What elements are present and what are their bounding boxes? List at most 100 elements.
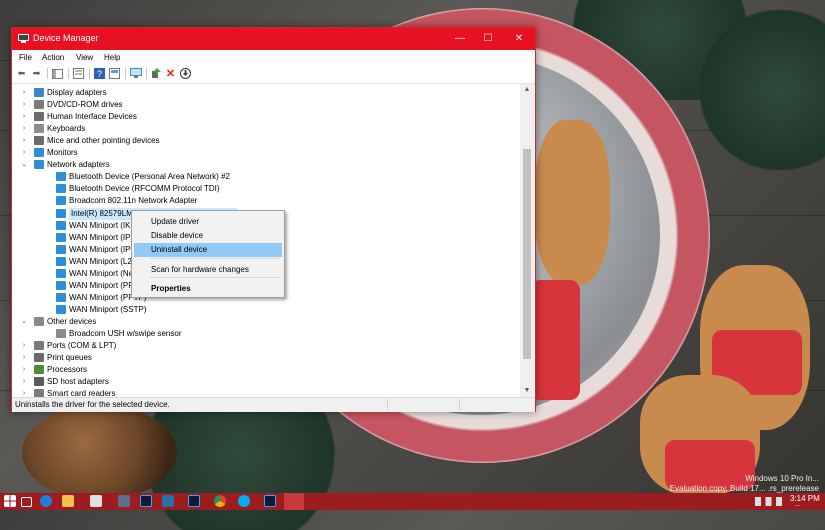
context-menu-item-label: Scan for hardware changes bbox=[151, 265, 249, 274]
toolbar: ⬅ ➡ ? ✕ bbox=[12, 65, 535, 84]
tree-device[interactable]: Bluetooth Device (Personal Area Network)… bbox=[54, 171, 492, 183]
sd-adapter-icon bbox=[34, 377, 44, 387]
app-icon[interactable] bbox=[162, 495, 174, 507]
close-button[interactable]: ✕ bbox=[504, 30, 534, 48]
menu-view[interactable]: View bbox=[76, 53, 93, 62]
scan-hardware-icon[interactable] bbox=[129, 67, 142, 80]
expand-arrow-icon[interactable]: › bbox=[20, 147, 28, 159]
edge-icon[interactable] bbox=[40, 495, 52, 507]
tree-item-label: Print queues bbox=[47, 353, 92, 363]
title-bar[interactable]: Device Manager — ☐ ✕ bbox=[12, 28, 535, 50]
scrollbar-thumb[interactable] bbox=[523, 149, 531, 359]
tree-device[interactable]: Broadcom 802.11n Network Adapter bbox=[54, 195, 492, 207]
skype-icon[interactable] bbox=[238, 495, 250, 507]
photoshop-icon[interactable] bbox=[264, 495, 276, 507]
expand-arrow-icon[interactable]: › bbox=[20, 99, 28, 111]
collapse-arrow-icon[interactable]: ⌄ bbox=[20, 316, 28, 328]
minimize-button[interactable]: — bbox=[445, 30, 475, 48]
tree-category[interactable]: › DVD/CD-ROM drives bbox=[23, 99, 492, 111]
expand-arrow-icon[interactable]: › bbox=[20, 352, 28, 364]
enable-device-icon[interactable] bbox=[179, 67, 192, 80]
network-card-icon bbox=[56, 172, 66, 182]
tree-device[interactable]: Bluetooth Device (RFCOMM Protocol TDI) bbox=[54, 183, 492, 195]
help-icon[interactable]: ? bbox=[93, 67, 106, 80]
tree-item-label: Human Interface Devices bbox=[47, 112, 137, 122]
gingerbread-cookie bbox=[535, 120, 610, 285]
network-card-icon bbox=[56, 280, 66, 290]
toolbar-separator bbox=[68, 68, 69, 79]
context-menu-item[interactable]: Uninstall device bbox=[134, 243, 282, 257]
toolbar-separator bbox=[146, 68, 147, 79]
dvd-drive-icon bbox=[34, 100, 44, 110]
chrome-icon[interactable] bbox=[214, 495, 226, 507]
tree-device[interactable]: Broadcom USH w/swipe sensor bbox=[54, 328, 492, 340]
expand-arrow-icon[interactable]: › bbox=[20, 135, 28, 147]
tree-category[interactable]: › Monitors bbox=[23, 147, 492, 159]
context-menu-item[interactable]: Properties bbox=[134, 282, 282, 296]
expand-arrow-icon[interactable]: › bbox=[20, 123, 28, 135]
properties-icon[interactable] bbox=[72, 67, 85, 80]
tree-item-label: SD host adapters bbox=[47, 377, 109, 387]
pine-branch bbox=[700, 10, 825, 170]
collapse-arrow-icon[interactable]: ⌄ bbox=[20, 159, 28, 171]
tree-item-label: WAN Miniport (IP) bbox=[69, 232, 134, 242]
show-hide-tree-icon[interactable] bbox=[51, 67, 64, 80]
menu-file[interactable]: File bbox=[19, 53, 32, 62]
task-view-icon[interactable] bbox=[21, 497, 32, 507]
status-text: Uninstalls the driver for the selected d… bbox=[15, 400, 170, 409]
view-details-icon[interactable] bbox=[108, 67, 121, 80]
tree-category[interactable]: › Keyboards bbox=[23, 123, 492, 135]
tree-item-label: Broadcom 802.11n Network Adapter bbox=[69, 196, 198, 206]
device-manager-taskbar-icon[interactable] bbox=[284, 493, 304, 510]
pinecone bbox=[22, 405, 177, 500]
tree-category[interactable]: › Processors bbox=[23, 364, 492, 376]
network-card-icon bbox=[56, 268, 66, 278]
tree-item-label: Network adapters bbox=[47, 160, 110, 170]
tree-category[interactable]: › Ports (COM & LPT) bbox=[23, 340, 492, 352]
back-icon[interactable]: ⬅ bbox=[15, 67, 28, 80]
expand-arrow-icon[interactable]: › bbox=[20, 376, 28, 388]
vertical-scrollbar[interactable]: ▲ ▼ bbox=[520, 84, 534, 397]
context-menu-item[interactable]: Disable device bbox=[134, 229, 282, 243]
tree-category[interactable]: › SD host adapters bbox=[23, 376, 492, 388]
maximize-button[interactable]: ☐ bbox=[473, 30, 503, 48]
start-windows-icon[interactable] bbox=[4, 495, 16, 507]
tree-category[interactable]: ⌄ Other devices bbox=[21, 316, 492, 328]
network-card-icon bbox=[56, 220, 66, 230]
photoshop-icon[interactable] bbox=[140, 495, 152, 507]
tree-category[interactable]: › Human Interface Devices bbox=[23, 111, 492, 123]
tree-device[interactable]: WAN Miniport (SSTP) bbox=[54, 304, 492, 316]
menu-action[interactable]: Action bbox=[42, 53, 64, 62]
context-menu-item[interactable]: Update driver bbox=[134, 215, 282, 229]
store-icon[interactable] bbox=[90, 495, 102, 507]
tree-item-label: Other devices bbox=[47, 316, 97, 326]
context-menu: Update driver Disable device Uninstall dev… bbox=[131, 210, 285, 298]
expand-arrow-icon[interactable]: › bbox=[20, 111, 28, 123]
uninstall-icon[interactable]: ✕ bbox=[164, 67, 177, 80]
menu-help[interactable]: Help bbox=[104, 53, 120, 62]
photoshop-icon[interactable] bbox=[188, 495, 200, 507]
other-devices-icon bbox=[34, 316, 44, 326]
scroll-up-arrow-icon[interactable]: ▲ bbox=[520, 84, 534, 96]
system-tray-icons[interactable] bbox=[755, 497, 785, 506]
clock-date[interactable]: ... bbox=[795, 502, 800, 508]
file-explorer-icon[interactable] bbox=[62, 495, 74, 507]
tree-category[interactable]: ⌄ Network adapters bbox=[21, 159, 492, 171]
watermark-line2: Evaluation copy. Build 17... .rs_prerele… bbox=[669, 484, 819, 493]
tree-category[interactable]: › Mice and other pointing devices bbox=[23, 135, 492, 147]
status-separator bbox=[459, 399, 460, 410]
expand-arrow-icon[interactable]: › bbox=[20, 340, 28, 352]
update-driver-icon[interactable] bbox=[150, 67, 163, 80]
tree-category[interactable]: › Print queues bbox=[23, 352, 492, 364]
forward-icon[interactable]: ➡ bbox=[30, 67, 43, 80]
status-bar: Uninstalls the driver for the selected d… bbox=[12, 397, 535, 412]
expand-arrow-icon[interactable]: › bbox=[20, 364, 28, 376]
tree-item-label: Bluetooth Device (Personal Area Network)… bbox=[69, 172, 230, 182]
tree-category[interactable]: › Display adapters bbox=[23, 87, 492, 99]
expand-arrow-icon[interactable]: › bbox=[20, 87, 28, 99]
scroll-down-arrow-icon[interactable]: ▼ bbox=[520, 385, 534, 397]
context-menu-item[interactable]: Scan for hardware changes bbox=[134, 263, 282, 277]
network-card-icon bbox=[56, 256, 66, 266]
network-card-icon bbox=[56, 244, 66, 254]
app-icon[interactable] bbox=[118, 495, 130, 507]
